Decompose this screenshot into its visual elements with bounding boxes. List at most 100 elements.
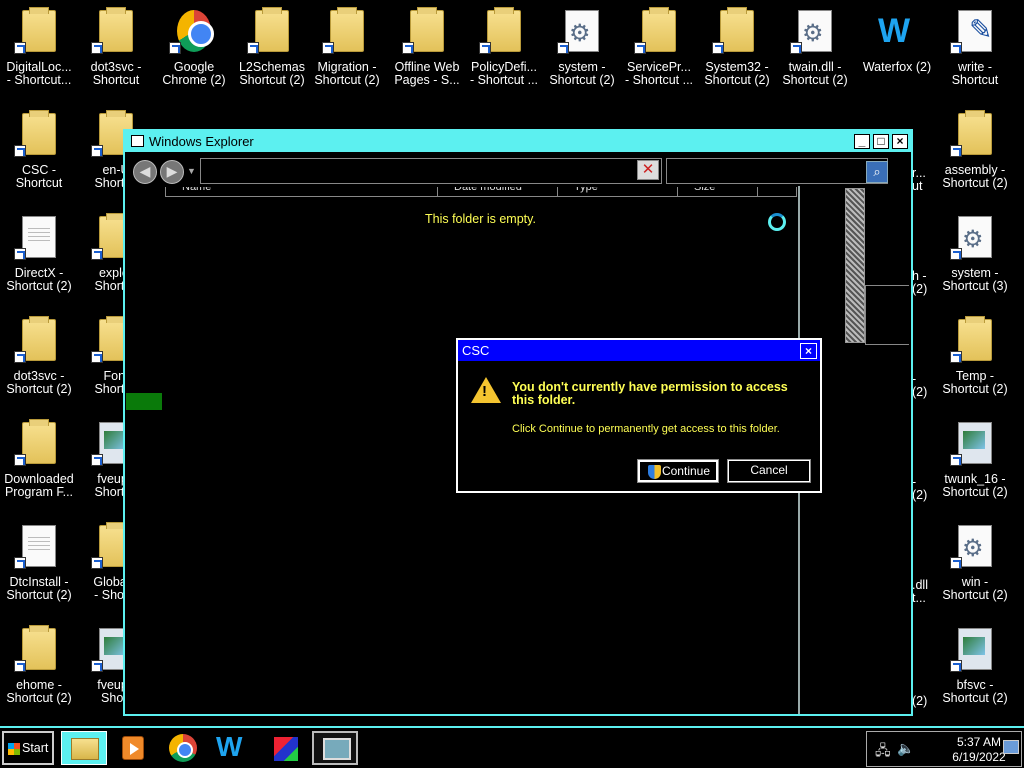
desktop-shortcut[interactable]: DirectX - Shortcut (2) [0, 210, 78, 306]
empty-folder-message: This folder is empty. [425, 212, 536, 226]
gear-file-icon [565, 10, 599, 52]
desktop-shortcut[interactable]: dot3svc - Shortcut (2) [0, 313, 78, 409]
dialog-close-button[interactable]: × [800, 343, 817, 359]
taskbar-media-player[interactable] [110, 731, 156, 765]
desktop-shortcut-label: DtcInstall - Shortcut (2) [6, 576, 72, 602]
desktop-shortcut-label: System32 - Shortcut (2) [704, 61, 770, 87]
document-icon [22, 216, 56, 258]
shortcut-arrow-icon [712, 42, 724, 54]
search-icon[interactable]: ⌕ [866, 161, 888, 183]
desktop-partial-label: - (2) [912, 475, 928, 502]
desktop-shortcut[interactable]: write - Shortcut [936, 4, 1014, 100]
shortcut-arrow-icon [91, 660, 103, 672]
column-header-date-modified[interactable]: Date modified [438, 187, 558, 196]
shortcut-arrow-icon [950, 145, 962, 157]
dialog-title: CSC [462, 343, 490, 358]
shortcut-arrow-icon [14, 660, 26, 672]
system-tray: 🖧 🔈 5:37 AM 6/19/2022 [866, 731, 1022, 767]
desktop-shortcut[interactable]: Temp - Shortcut (2) [936, 313, 1014, 409]
column-header-size[interactable]: Size [678, 187, 758, 196]
warning-exclamation: ! [482, 383, 487, 400]
desktop-shortcut-label: Google Chrome (2) [162, 61, 226, 87]
desktop-shortcut-label: twain.dll - Shortcut (2) [782, 61, 848, 87]
desktop-partial-label: .dll t... [912, 578, 928, 605]
shortcut-arrow-icon [14, 557, 26, 569]
waterfox-icon: W [216, 731, 243, 762]
folder-icon [22, 316, 56, 361]
forward-arrow-icon[interactable]: ▶ [160, 160, 184, 184]
scrollbar[interactable] [845, 188, 865, 343]
desktop-shortcut[interactable]: DtcInstall - Shortcut (2) [0, 519, 78, 615]
document-icon [22, 525, 56, 567]
column-header-type[interactable]: Type [558, 187, 678, 196]
app-icon [958, 628, 992, 670]
address-bar[interactable]: ▽ [200, 158, 662, 184]
shortcut-arrow-icon [91, 42, 103, 54]
show-desktop-button[interactable] [1003, 740, 1019, 754]
desktop-shortcut[interactable]: bfsvc - Shortcut (2) [936, 622, 1014, 718]
shortcut-arrow-icon [91, 248, 103, 260]
desktop-shortcut[interactable]: ServicePr... - Shortcut ... [620, 4, 698, 100]
desktop-shortcut[interactable]: system - Shortcut (2) [543, 4, 621, 100]
desktop-shortcut[interactable]: dot3svc - Shortcut [77, 4, 155, 100]
history-dropdown-icon[interactable]: ▼ [187, 166, 196, 176]
desktop-shortcut[interactable]: Offline Web Pages - S... [388, 4, 466, 100]
desktop-shortcut[interactable]: Waterfox (2) [858, 4, 936, 100]
windows-logo-icon [8, 743, 20, 755]
desktop-shortcut[interactable]: DigitalLoc... - Shortcut... [0, 4, 78, 100]
taskbar-chrome[interactable] [160, 731, 206, 765]
gear-file-icon [958, 216, 992, 258]
taskbar-app[interactable] [262, 731, 308, 765]
dialog-titlebar[interactable]: CSC × [458, 340, 820, 361]
green-block [126, 393, 162, 410]
maximize-button[interactable]: □ [873, 134, 889, 149]
desktop-shortcut[interactable]: L2Schemas Shortcut (2) [233, 4, 311, 100]
loading-spinner-icon [768, 213, 786, 231]
desktop-shortcut-label: system - Shortcut (2) [549, 61, 615, 87]
clear-address-button[interactable]: ✕ [637, 160, 659, 180]
chrome-icon [169, 734, 197, 762]
desktop-shortcut[interactable]: assembly - Shortcut (2) [936, 107, 1014, 203]
desktop-shortcut[interactable]: CSC - Shortcut [0, 107, 78, 203]
close-button[interactable]: × [892, 134, 908, 149]
shortcut-arrow-icon [557, 42, 569, 54]
back-arrow-icon[interactable]: ◀ [133, 160, 157, 184]
cancel-button-label: Cancel [750, 463, 788, 477]
desktop-shortcut[interactable]: PolicyDefi... - Shortcut ... [465, 4, 543, 100]
search-input[interactable]: ⌕ [666, 158, 888, 184]
explorer-titlebar[interactable]: Windows Explorer _ □ × [125, 131, 911, 152]
desktop-shortcut[interactable]: ehome - Shortcut (2) [0, 622, 78, 718]
continue-button[interactable]: Continue [637, 459, 719, 483]
desktop-shortcut[interactable]: System32 - Shortcut (2) [698, 4, 776, 100]
taskbar-explorer[interactable] [61, 731, 107, 765]
volume-icon[interactable]: 🔈 [897, 740, 914, 757]
cancel-button[interactable]: Cancel [727, 459, 811, 483]
continue-button-label: Continue [661, 464, 711, 478]
start-button[interactable]: Start [2, 731, 54, 765]
desktop-shortcut[interactable]: Migration - Shortcut (2) [308, 4, 386, 100]
shortcut-arrow-icon [247, 42, 259, 54]
desktop-shortcut[interactable]: twunk_16 - Shortcut (2) [936, 416, 1014, 512]
folder-icon [487, 7, 521, 52]
minimize-button[interactable]: _ [854, 134, 870, 149]
desktop-shortcut[interactable]: Google Chrome (2) [155, 4, 233, 100]
desktop-shortcut[interactable]: twain.dll - Shortcut (2) [776, 4, 854, 100]
explorer-title: Windows Explorer [149, 134, 254, 149]
shortcut-arrow-icon [14, 42, 26, 54]
desktop-partial-label: r... ut [912, 166, 926, 193]
taskbar-waterfox[interactable]: W [210, 731, 256, 765]
shortcut-arrow-icon [91, 454, 103, 466]
shortcut-arrow-icon [950, 660, 962, 672]
column-header-name[interactable]: Name [166, 187, 438, 196]
folder-icon [99, 7, 133, 52]
shortcut-arrow-icon [790, 42, 802, 54]
taskbar-remote-desktop[interactable] [312, 731, 358, 765]
network-icon[interactable]: 🖧 [875, 740, 891, 764]
waterfox-icon [878, 10, 914, 52]
desktop-shortcut[interactable]: Downloaded Program F... [0, 416, 78, 512]
side-panel [865, 285, 909, 345]
uac-shield-icon [648, 465, 661, 479]
desktop-shortcut[interactable]: system - Shortcut (3) [936, 210, 1014, 306]
desktop-shortcut[interactable]: win - Shortcut (2) [936, 519, 1014, 615]
shortcut-arrow-icon [950, 248, 962, 260]
